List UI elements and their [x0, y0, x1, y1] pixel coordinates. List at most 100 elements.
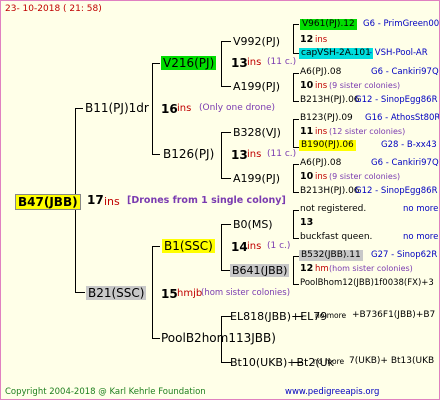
connector	[293, 284, 299, 285]
sd-ins-label: ins	[247, 149, 262, 160]
pedigree-chart: 23- 10-2018 ( 21: 58) Copyright 2004-201…	[0, 0, 440, 400]
pool-b2hom113[interactable]: PoolB2hom113JBB)	[161, 332, 276, 344]
no-more-label: no more	[313, 357, 345, 366]
sire-bracket	[152, 63, 153, 154]
connector	[293, 164, 299, 165]
ss-note: (11 c.)	[267, 57, 297, 67]
connector	[152, 338, 160, 339]
connector	[293, 192, 299, 193]
connector	[221, 224, 231, 225]
r14-count: 13	[300, 217, 314, 228]
r17-note: (hom sister colonies)	[329, 264, 413, 273]
queen-a199[interactable]: A199(PJ)	[233, 173, 280, 184]
root-note: [Drones from 1 single colony]	[127, 195, 286, 206]
dam-ins-count: 15	[161, 287, 178, 301]
r11-note: (9 sister colonies)	[329, 172, 401, 181]
root-ins-label: ins	[104, 195, 120, 208]
capvsh-breed: - VSH-Pool-AR	[369, 48, 428, 58]
connector	[221, 86, 231, 87]
bracket	[221, 132, 222, 178]
queen-b213h[interactable]: B213H(PJ).06	[300, 187, 360, 196]
r17-label: hm	[315, 264, 329, 274]
ss-ins-label: ins	[247, 57, 262, 68]
b213h-breed: G12 - SinopEgg86R	[355, 95, 438, 105]
bracket	[293, 256, 294, 284]
queen-b532[interactable]: B532(JBB).11	[299, 250, 363, 261]
connector	[75, 108, 83, 109]
r8-note: (12 sister colonies)	[329, 127, 406, 136]
r5-count: 10	[300, 80, 314, 91]
queen-b123[interactable]: B123(PJ).09	[300, 114, 353, 123]
queen-v961[interactable]: V961(PJ).12	[300, 19, 357, 30]
bracket	[293, 164, 294, 192]
queen-a6[interactable]: A6(PJ).08	[300, 159, 341, 168]
b190-breed: G28 - B-xx43	[381, 140, 437, 150]
bracket	[293, 119, 294, 147]
r5-label: ins	[315, 81, 328, 91]
b736f1[interactable]: +B736F1(JBB)+B7	[352, 311, 435, 320]
queen-a199[interactable]: A199(PJ)	[233, 81, 280, 92]
sire-queen[interactable]: B11(PJ)1dr	[85, 102, 149, 114]
copyright: Copyright 2004-2018 @ Karl Kehrle Founda…	[5, 387, 206, 397]
queen-b213h[interactable]: B213H(PJ).06	[300, 96, 360, 105]
dam-queen[interactable]: B21(SSC)	[86, 286, 147, 300]
queen-b0[interactable]: B0(MS)	[233, 219, 273, 230]
r17-count: 12	[300, 263, 314, 274]
sire-ins-count: 16	[161, 102, 178, 116]
date-stamp: 23- 10-2018 ( 21: 58)	[5, 4, 102, 14]
sire-note: (Only one drone)	[199, 103, 276, 113]
b123-breed: G16 - AthosSt80R	[365, 113, 440, 123]
r5-note: (9 sister colonies)	[329, 81, 401, 90]
ds-note: (1 c.)	[267, 241, 291, 251]
queen-a6[interactable]: A6(PJ).08	[300, 68, 341, 77]
ukb-pool[interactable]: 7(UKB)+ Bt13(UKB	[349, 357, 434, 366]
root-ins-count: 17	[87, 193, 104, 207]
r11-label: ins	[315, 172, 328, 182]
a6-breed: G6 - Cankiri97Q	[371, 158, 439, 168]
dam-ins-label: hmjb	[177, 288, 203, 299]
r2-count: 12	[300, 34, 314, 45]
connector	[293, 238, 299, 239]
bracket	[221, 41, 222, 86]
ds-ins-count: 14	[231, 240, 248, 254]
queen-b641[interactable]: B641(JBB)	[230, 264, 290, 277]
connector	[152, 246, 160, 247]
sire-ins-label: ins	[177, 103, 192, 114]
sd-ins-count: 13	[231, 148, 248, 162]
queen-b126[interactable]: B126(PJ)	[163, 148, 214, 160]
queen-v992[interactable]: V992(PJ)	[233, 36, 280, 47]
queen-v216[interactable]: V216(PJ)	[161, 56, 217, 70]
a6-breed: G6 - Cankiri97Q	[371, 67, 439, 77]
b213h-breed: G12 - SinopEgg86R	[355, 186, 438, 196]
not-registered: not registered.	[300, 204, 367, 214]
ss-ins-count: 13	[231, 56, 248, 70]
queen-capvsh[interactable]: capVSH-2A.101	[299, 48, 373, 59]
sd-note: (11 c.)	[267, 149, 297, 159]
no-more-label: no more	[403, 204, 439, 214]
connector	[293, 119, 299, 120]
connector	[293, 24, 299, 25]
connector	[221, 132, 231, 133]
site-link[interactable]: www.pedigreeapis.org	[285, 388, 379, 397]
no-more-label: no more	[403, 232, 439, 242]
connector	[152, 63, 160, 64]
connector	[152, 154, 160, 155]
connector	[293, 101, 299, 102]
queen-b328[interactable]: B328(VJ)	[233, 127, 281, 138]
ds-ins-label: ins	[247, 241, 262, 252]
bracket	[293, 73, 294, 101]
root-queen[interactable]: B47(JBB)	[15, 194, 81, 210]
poolbhom12[interactable]: PoolBhom12(JBB)1f0038(FX)+3	[300, 279, 434, 288]
queen-b190[interactable]: B190(PJ).06	[299, 140, 356, 151]
v961-breed: G6 - PrimGreen00	[363, 19, 440, 29]
buckfast-queen: buckfast queen.	[300, 232, 373, 242]
dam-note: (hom sister colonies)	[201, 288, 291, 298]
connector	[293, 73, 299, 74]
queen-b1-ssc[interactable]: B1(SSC)	[162, 239, 215, 253]
bracket	[221, 224, 222, 270]
r2-label: ins	[315, 35, 328, 45]
queen-el818[interactable]: EL818(JBB)+EL79	[230, 311, 327, 322]
connector	[293, 210, 299, 211]
r8-count: 11	[300, 126, 314, 137]
r11-count: 10	[300, 171, 314, 182]
